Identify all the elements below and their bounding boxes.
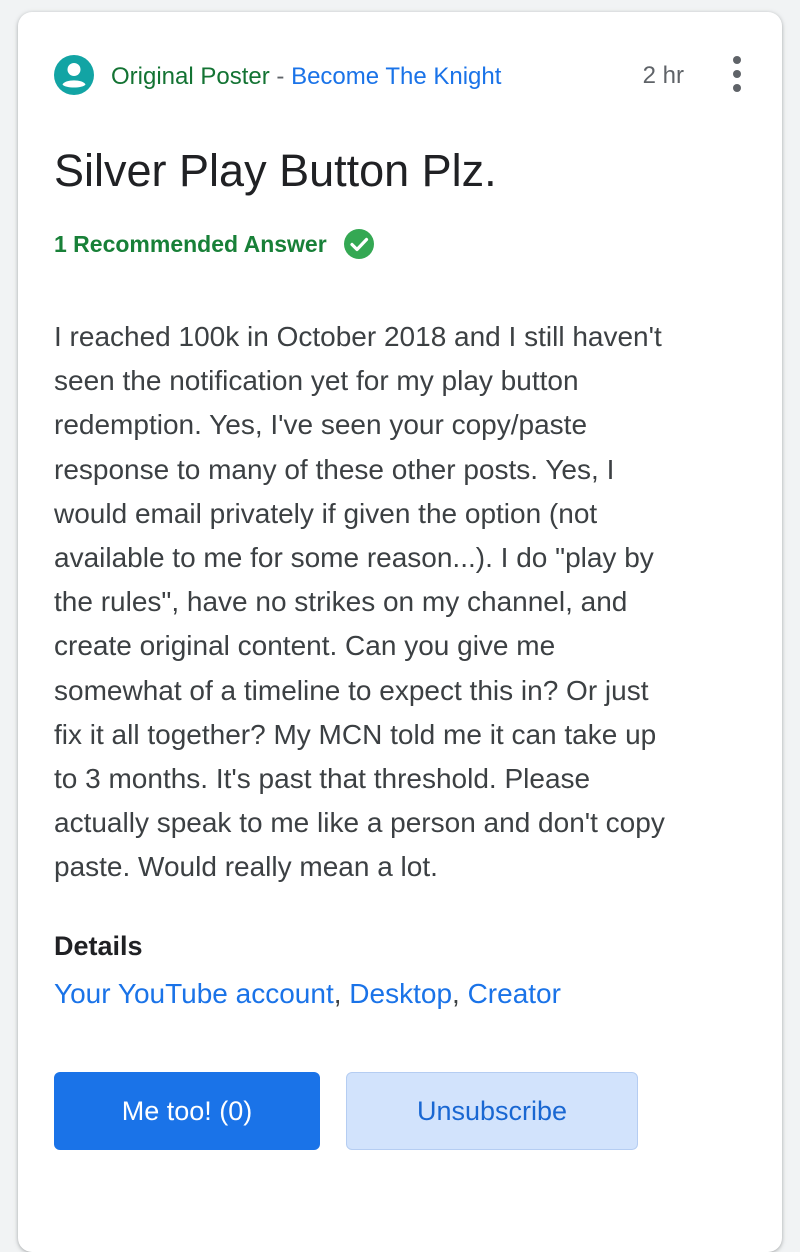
unsubscribe-button[interactable]: Unsubscribe <box>346 1072 638 1150</box>
tag-youtube-account-link[interactable]: Your YouTube account <box>54 978 334 1009</box>
role-label: Original Poster <box>111 63 270 90</box>
post-body-line: somewhat of a timeline to expect this in… <box>54 674 649 706</box>
recommended-answer-label: 1 Recommended Answer <box>54 230 327 257</box>
post-body-line: I reached 100k in October 2018 and I sti… <box>54 321 662 352</box>
post-body-line: would email privately if given the optio… <box>54 497 598 529</box>
recommended-answer-badge[interactable]: 1 Recommended Answer <box>54 226 375 262</box>
tag-desktop-link[interactable]: Desktop <box>349 978 452 1009</box>
post-header: Original Poster - Become The Knight 2 hr <box>54 52 744 98</box>
post-body-line: paste. Would really mean a lot. <box>54 851 438 883</box>
post-body-line: seen the notification yet for my play bu… <box>54 365 579 397</box>
post-body-line: actually speak to me like a person and d… <box>54 807 665 839</box>
tag-separator: , <box>333 978 350 1009</box>
more-vert-icon[interactable] <box>730 54 744 94</box>
details-heading: Details <box>54 931 143 961</box>
post-body-line: redemption. Yes, I've seen your copy/pas… <box>54 409 588 441</box>
post-time: 2 hr <box>642 62 684 89</box>
tag-separator: , <box>452 978 468 1009</box>
account-circle-icon[interactable] <box>54 55 94 95</box>
post-body-line: fix it all together? My MCN told me it c… <box>54 718 657 750</box>
details-tags: Your YouTube account, Desktop, Creator <box>54 976 561 1012</box>
post-title: Silver Play Button Plz. <box>54 145 497 196</box>
post-body-line: create original content. Can you give me <box>54 630 556 662</box>
tag-creator-link[interactable]: Creator <box>468 978 561 1009</box>
check-circle-icon <box>343 228 375 260</box>
post-body: I reached 100k in October 2018 and I sti… <box>54 315 754 890</box>
author-link[interactable]: Become The Knight <box>291 63 501 90</box>
byline-separator: - <box>269 63 292 90</box>
byline: Original Poster - Become The Knight <box>111 62 501 92</box>
post-body-line: to 3 months. It's past that threshold. P… <box>54 763 591 795</box>
post-body-line: available to me for some reason...). I d… <box>54 542 654 574</box>
post-body-line: the rules", have no strikes on my channe… <box>54 586 628 618</box>
post-body-line: response to many of these other posts. Y… <box>54 453 615 485</box>
me-too-button[interactable]: Me too! (0) <box>54 1072 320 1150</box>
